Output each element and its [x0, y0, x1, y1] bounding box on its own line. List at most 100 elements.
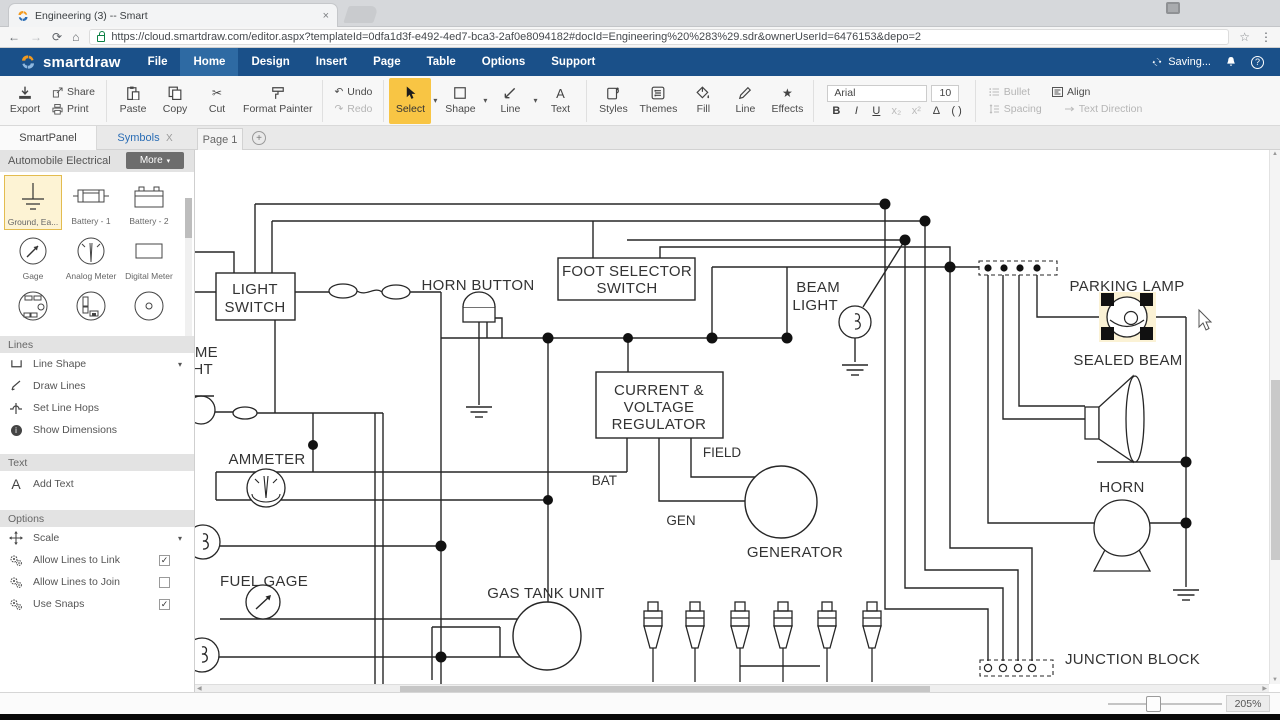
horizontal-scrollbar[interactable]: ◀ ▶: [195, 684, 1269, 692]
ammeter-symbol[interactable]: AMMETER: [228, 451, 305, 507]
browser-tab[interactable]: Engineering (3) -- Smart ×: [8, 3, 338, 27]
brackets-button[interactable]: ( ): [951, 105, 961, 117]
spark-plugs[interactable]: [644, 602, 881, 682]
zoom-level[interactable]: 205%: [1226, 695, 1270, 712]
beam-light-symbol[interactable]: BEAM LIGHT: [792, 279, 871, 338]
draw-lines-item[interactable]: Draw Lines: [0, 375, 194, 397]
allow-lines-link-item[interactable]: Allow Lines to Link ✓: [0, 549, 194, 571]
spacing-button[interactable]: Spacing: [989, 103, 1042, 115]
forward-icon[interactable]: →: [30, 31, 42, 43]
scale-item[interactable]: Scale ▾: [0, 527, 194, 549]
horn-symbol[interactable]: HORN: [1094, 479, 1150, 571]
bold-button[interactable]: B: [831, 105, 841, 117]
symbol-battery-2[interactable]: Battery - 2: [120, 175, 178, 230]
select-tool-button[interactable]: Select: [389, 78, 431, 124]
shape-tool-button[interactable]: Shape: [439, 78, 481, 124]
export-button[interactable]: Export: [4, 78, 46, 124]
cut-button[interactable]: ✂ Cut: [196, 78, 238, 124]
show-dimensions-item[interactable]: i Show Dimensions: [0, 419, 194, 441]
menu-insert[interactable]: Insert: [303, 48, 360, 76]
vertical-scrollbar[interactable]: ▲ ▼: [1269, 150, 1280, 684]
add-text-item[interactable]: A Add Text: [0, 471, 194, 497]
scroll-down-icon[interactable]: ▼: [1272, 677, 1278, 683]
styles-button[interactable]: Styles: [592, 78, 634, 124]
vertical-scroll-thumb[interactable]: [1271, 380, 1280, 560]
top-junction-connector[interactable]: [979, 261, 1057, 275]
generator-symbol[interactable]: GENERATOR: [745, 466, 843, 561]
wiring-diagram[interactable]: LIGHT SWITCH ME GHT HORN BUTTON: [195, 150, 1269, 684]
italic-button[interactable]: I: [851, 105, 861, 117]
browser-menu-icon[interactable]: ⋮: [1260, 30, 1272, 44]
fuse-symbol[interactable]: [329, 284, 410, 299]
url-field[interactable]: https://cloud.smartdraw.com/editor.aspx?…: [89, 29, 1229, 45]
notifications-bell-icon[interactable]: [1225, 56, 1237, 69]
help-icon[interactable]: ?: [1251, 56, 1264, 69]
set-line-hops-item[interactable]: Set Line Hops: [0, 397, 194, 419]
symbol-digital-meter[interactable]: Digital Meter: [120, 230, 178, 285]
menu-options[interactable]: Options: [469, 48, 538, 76]
junction-block-symbol[interactable]: JUNCTION BLOCK: [980, 651, 1200, 676]
scale-caret[interactable]: ▾: [178, 534, 182, 543]
add-page-button[interactable]: +: [252, 131, 266, 145]
tab-smartpanel[interactable]: SmartPanel: [0, 126, 97, 150]
redo-button[interactable]: ↷Redo: [334, 103, 372, 115]
subscript-button[interactable]: x₂: [891, 105, 901, 117]
refresh-icon[interactable]: ⟳: [52, 31, 62, 43]
undo-button[interactable]: ↶Undo: [334, 86, 372, 98]
use-snaps-item[interactable]: Use Snaps ✓: [0, 593, 194, 615]
tab-close-icon[interactable]: ×: [323, 10, 329, 22]
effects-button[interactable]: ★ Effects: [766, 78, 808, 124]
menu-table[interactable]: Table: [414, 48, 469, 76]
select-dropdown-caret[interactable]: ▾: [431, 96, 439, 105]
panel-scrollbar[interactable]: [185, 198, 192, 336]
parking-lamp-symbol[interactable]: PARKING LAMP: [1069, 278, 1184, 342]
line-shape-caret[interactable]: ▾: [178, 360, 182, 369]
scroll-up-icon[interactable]: ▲: [1272, 151, 1278, 157]
symbol-ground[interactable]: Ground, Ea...: [4, 175, 62, 230]
fill-button[interactable]: Fill: [682, 78, 724, 124]
line-format-button[interactable]: Line: [724, 78, 766, 124]
zoom-slider-handle[interactable]: [1146, 696, 1161, 712]
use-snaps-checkbox[interactable]: ✓: [159, 599, 170, 610]
menu-design[interactable]: Design: [238, 48, 302, 76]
menu-page[interactable]: Page: [360, 48, 414, 76]
bullet-button[interactable]: Bullet: [989, 86, 1030, 98]
line-tool-button[interactable]: Line: [489, 78, 531, 124]
symbol-battery-1[interactable]: Battery - 1: [62, 175, 120, 230]
new-tab-button[interactable]: [343, 6, 379, 23]
back-icon[interactable]: ←: [8, 31, 20, 43]
align-button[interactable]: Align: [1052, 86, 1090, 98]
symbol-gage[interactable]: Gage: [4, 230, 62, 285]
copy-button[interactable]: Copy: [154, 78, 196, 124]
zoom-slider-track[interactable]: [1108, 703, 1222, 705]
bookmark-star-icon[interactable]: ☆: [1239, 30, 1250, 44]
menu-home[interactable]: Home: [180, 48, 238, 76]
drawing-canvas[interactable]: LIGHT SWITCH ME GHT HORN BUTTON: [195, 150, 1280, 692]
allow-lines-join-item[interactable]: Allow Lines to Join: [0, 571, 194, 593]
fuel-gage-symbol[interactable]: FUEL GAGE: [220, 573, 308, 619]
panel-scrollbar-thumb[interactable]: [185, 198, 192, 238]
left-edge-lamp-symbols[interactable]: [195, 396, 257, 672]
print-button[interactable]: Print: [52, 103, 95, 115]
format-painter-button[interactable]: Format Painter: [238, 78, 317, 124]
line-shape-item[interactable]: Line Shape ▾: [0, 353, 194, 375]
home-icon[interactable]: ⌂: [72, 31, 79, 43]
regulator-symbol[interactable]: CURRENT & VOLTAGE REGULATOR: [596, 372, 723, 438]
font-family-select[interactable]: Arial: [827, 85, 927, 102]
text-tool-button[interactable]: A Text: [539, 78, 581, 124]
horn-button-symbol[interactable]: HORN BUTTON: [421, 277, 534, 322]
underline-button[interactable]: U: [871, 105, 881, 117]
text-direction-button[interactable]: Text Direction: [1064, 103, 1143, 115]
tab-page-1[interactable]: Page 1: [197, 128, 243, 150]
menu-support[interactable]: Support: [538, 48, 608, 76]
themes-button[interactable]: Themes: [634, 78, 682, 124]
share-button[interactable]: Share: [52, 86, 95, 98]
allow-link-checkbox[interactable]: ✓: [159, 555, 170, 566]
symbol-analog-meter[interactable]: Analog Meter: [62, 230, 120, 285]
shape-dropdown-caret[interactable]: ▾: [481, 96, 489, 105]
foot-selector-symbol[interactable]: FOOT SELECTOR SWITCH: [558, 258, 695, 300]
superscript-button[interactable]: x²: [911, 105, 921, 117]
font-size-select[interactable]: 10: [931, 85, 959, 102]
menu-file[interactable]: File: [135, 48, 181, 76]
line-dropdown-caret[interactable]: ▾: [531, 96, 539, 105]
